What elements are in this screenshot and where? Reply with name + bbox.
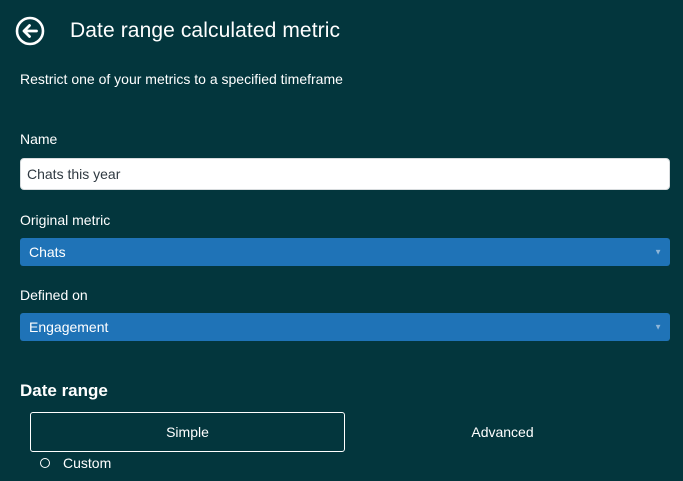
radio-option-custom[interactable]: Custom (40, 455, 111, 471)
defined-on-value: Engagement (29, 319, 109, 335)
radio-button[interactable] (40, 458, 50, 468)
page-title: Date range calculated metric (70, 19, 341, 42)
page-subtitle: Restrict one of your metrics to a specif… (20, 71, 343, 87)
date-range-metric-page: Date range calculated metric Restrict on… (0, 0, 683, 481)
tab-simple[interactable]: Simple (30, 412, 345, 452)
back-arrow-circle-icon (15, 16, 45, 46)
back-button[interactable] (14, 15, 46, 47)
header: Date range calculated metric (14, 14, 340, 48)
original-metric-label: Original metric (20, 212, 111, 228)
chevron-down-icon: ▼ (654, 322, 662, 332)
defined-on-select[interactable]: Engagement ▼ (20, 313, 670, 341)
chevron-down-icon: ▼ (654, 247, 662, 257)
tab-advanced[interactable]: Advanced (345, 412, 660, 452)
defined-on-label: Defined on (20, 287, 88, 303)
original-metric-select[interactable]: Chats ▼ (20, 238, 670, 266)
original-metric-value: Chats (29, 244, 66, 260)
radio-label: Custom (63, 455, 112, 471)
date-range-title: Date range (20, 381, 108, 400)
name-input[interactable] (20, 158, 670, 190)
name-label: Name (20, 131, 58, 147)
